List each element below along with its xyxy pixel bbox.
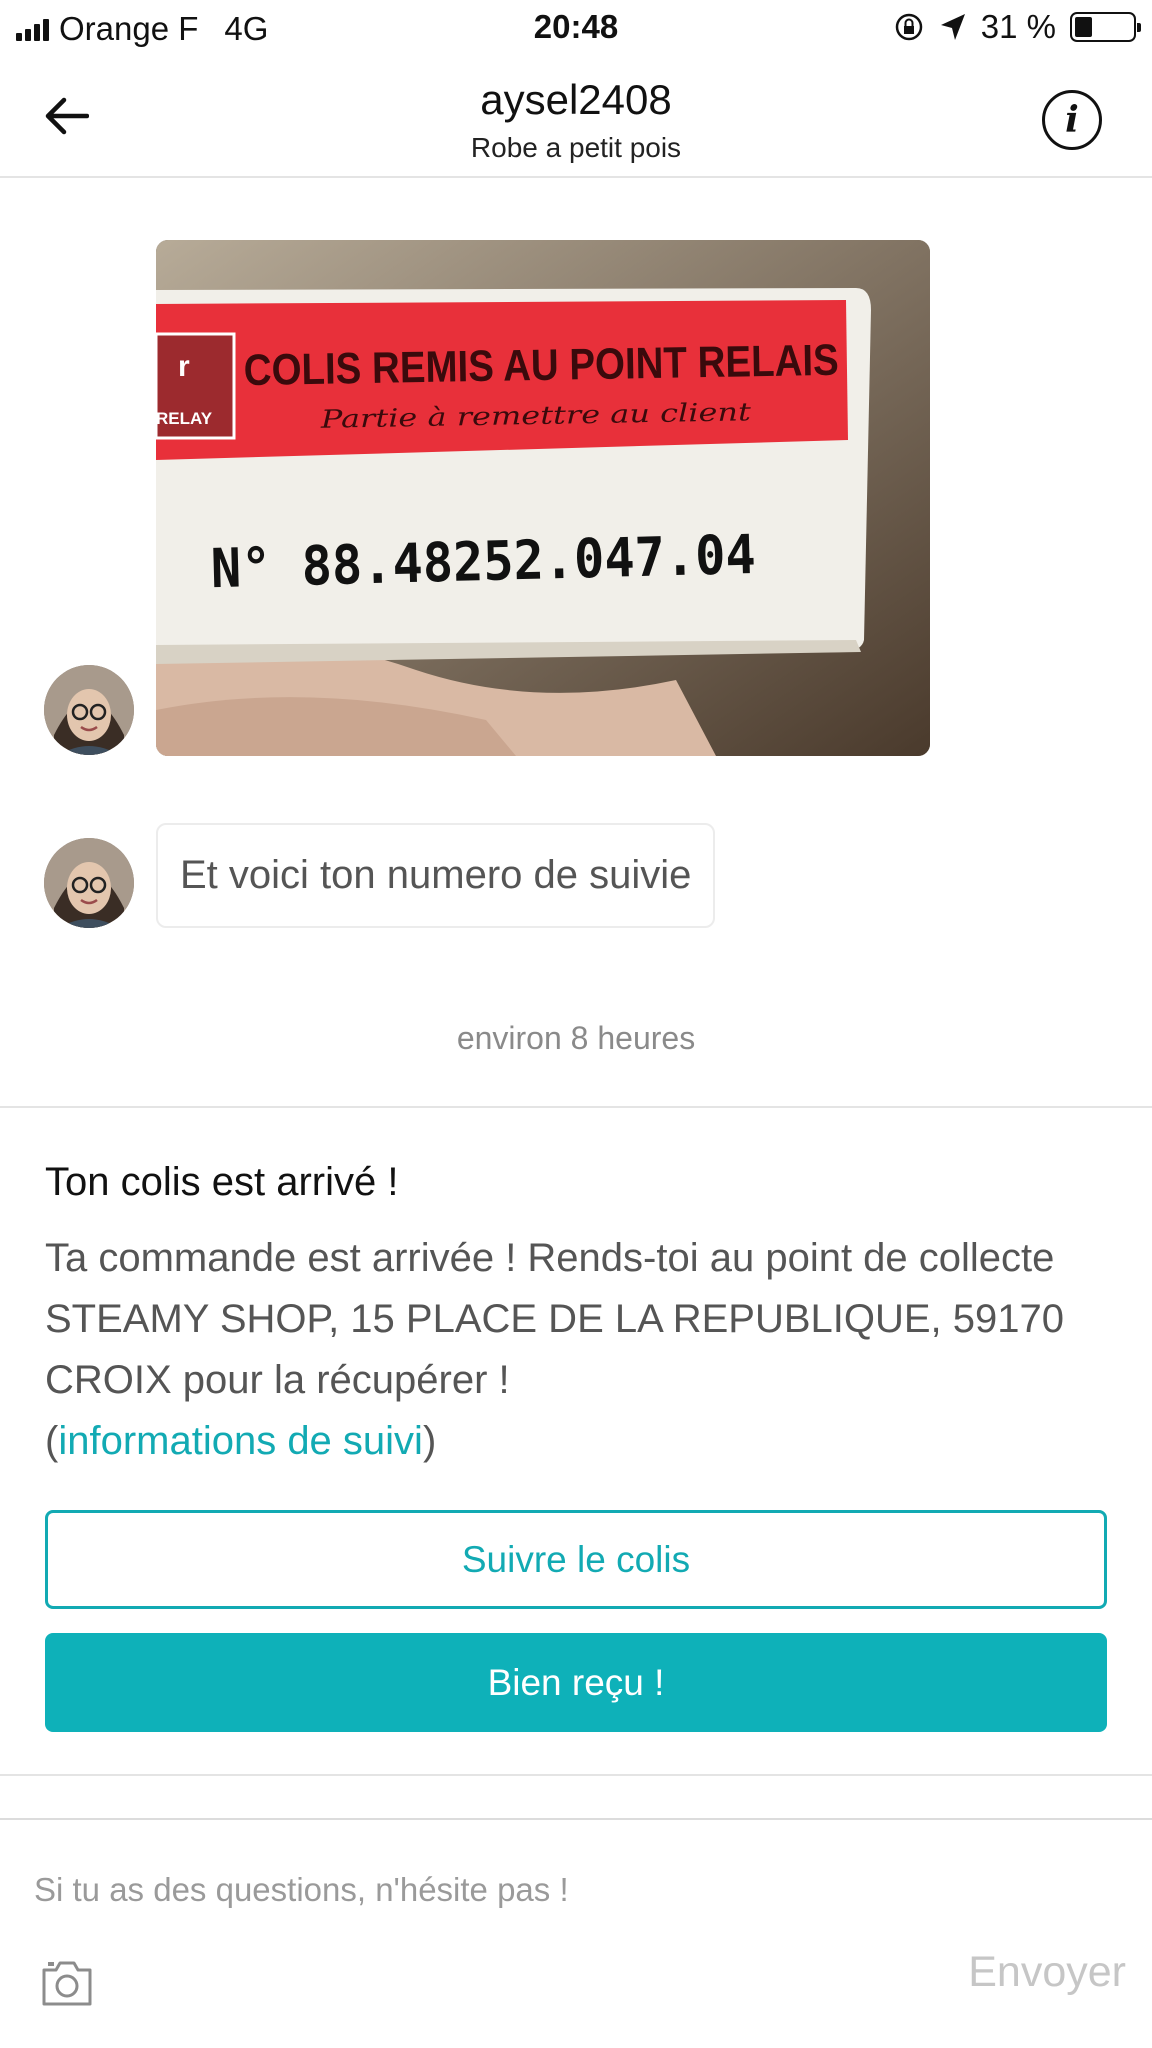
camera-icon: [42, 1961, 92, 2006]
link-close-paren: ): [422, 1419, 437, 1463]
conversation-header: aysel2408 Robe a petit pois i: [0, 62, 1152, 178]
status-right: 31 %: [893, 8, 1141, 46]
battery-percent: 31 %: [980, 8, 1056, 45]
info-icon: i: [1065, 99, 1079, 141]
location-arrow-icon: [940, 14, 965, 40]
conversation-username[interactable]: aysel2408: [0, 76, 1152, 124]
svg-text:r: r: [178, 350, 190, 383]
message-timestamp: environ 8 heures: [456, 1020, 696, 1056]
parcel-arrived-card: Ton colis est arrivé ! Ta commande est a…: [0, 1106, 1152, 1776]
text-message-bubble[interactable]: Et voici ton numero de suivie: [156, 823, 716, 928]
photo-message[interactable]: r RELAY COLIS REMIS AU POINT RELAIS Part…: [156, 240, 930, 756]
card-body-text: Ta commande est arrivée ! Rends-toi au p…: [45, 1236, 1065, 1402]
avatar[interactable]: [44, 665, 134, 755]
avatar-image: [44, 838, 134, 928]
parcel-receipt-photo: r RELAY COLIS REMIS AU POINT RELAIS Part…: [156, 240, 930, 756]
received-button[interactable]: Bien reçu !: [45, 1633, 1107, 1732]
track-parcel-button[interactable]: Suivre le colis: [45, 1510, 1107, 1609]
card-body: Ta commande est arrivée ! Rends-toi au p…: [45, 1228, 1115, 1472]
battery-fill: [1075, 17, 1093, 37]
camera-button[interactable]: [40, 1958, 94, 2008]
status-bar: Orange F 4G 20:48 31 %: [0, 0, 1152, 58]
message-input[interactable]: [34, 1860, 1034, 1920]
info-button[interactable]: i: [1042, 90, 1102, 150]
rotation-lock-icon: [895, 13, 923, 41]
avatar-image: [44, 665, 134, 755]
item-title[interactable]: Robe a petit pois: [0, 132, 1152, 164]
card-title: Ton colis est arrivé !: [45, 1160, 399, 1204]
message-composer: Envoyer: [0, 1818, 1152, 2048]
avatar[interactable]: [44, 838, 134, 928]
receipt-banner-title: COLIS REMIS AU POINT RELAIS: [243, 336, 839, 395]
send-button[interactable]: Envoyer: [968, 1948, 1126, 1997]
tracking-info-link[interactable]: informations de suivi: [58, 1419, 423, 1463]
battery-icon: [1070, 12, 1141, 42]
message-text: Et voici ton numero de suivie: [180, 853, 692, 897]
relay-logo-text: RELAY: [156, 409, 213, 428]
link-open-paren: (: [45, 1419, 59, 1463]
